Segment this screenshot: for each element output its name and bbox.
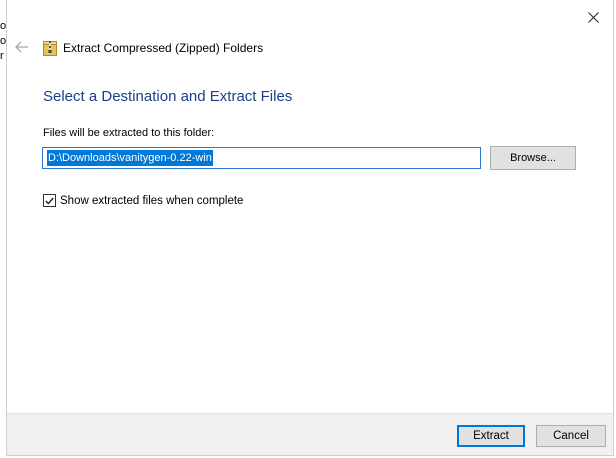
dialog-footer: Extract Cancel (7, 413, 613, 455)
extract-dialog: Extract Compressed (Zipped) Folders Sele… (6, 0, 614, 456)
close-button[interactable] (581, 6, 605, 28)
back-arrow-icon (15, 41, 28, 53)
destination-path-input[interactable]: D:\Downloads\vanitygen-0.22-win (42, 147, 481, 169)
zipped-folder-icon (43, 41, 57, 56)
dialog-title-row: Extract Compressed (Zipped) Folders (43, 38, 263, 58)
show-files-option[interactable]: Show extracted files when complete (43, 194, 243, 207)
back-button[interactable] (13, 38, 31, 56)
dialog-title: Extract Compressed (Zipped) Folders (63, 41, 264, 55)
extract-button[interactable]: Extract (457, 425, 525, 447)
show-files-label: Show extracted files when complete (60, 194, 244, 207)
destination-label: Files will be extracted to this folder: (43, 127, 215, 139)
checkmark-icon (45, 197, 54, 205)
destination-path-value: D:\Downloads\vanitygen-0.22-win (47, 150, 213, 166)
show-files-checkbox[interactable] (43, 194, 56, 207)
browse-button[interactable]: Browse... (490, 146, 576, 170)
page-heading: Select a Destination and Extract Files (43, 88, 293, 105)
close-icon (587, 11, 599, 23)
cancel-button[interactable]: Cancel (536, 425, 606, 447)
background-text-fragment: r (0, 50, 4, 62)
